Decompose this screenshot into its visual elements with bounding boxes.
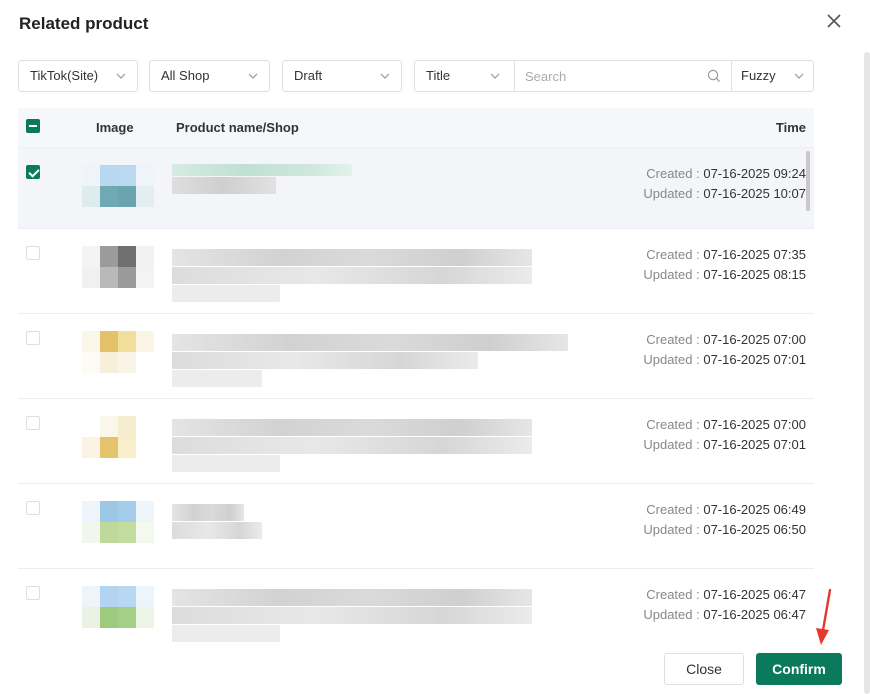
select-all-checkbox[interactable] [26, 119, 40, 133]
time-cell: Created : 07-16-2025 06:47 Updated : 07-… [643, 585, 806, 625]
created-label: Created : [646, 502, 704, 517]
updated-label: Updated : [643, 522, 704, 537]
table-scrollbar[interactable] [806, 151, 810, 211]
dialog-scrollbar[interactable] [864, 52, 870, 694]
updated-label: Updated : [643, 267, 704, 282]
time-cell: Created : 07-16-2025 07:00 Updated : 07-… [643, 330, 806, 370]
created-value: 07-16-2025 07:00 [703, 417, 806, 432]
row-checkbox[interactable] [26, 165, 40, 179]
product-name-blurred [172, 419, 532, 473]
table-row[interactable]: Created : 07-16-2025 06:47 Updated : 07-… [18, 569, 814, 654]
created-label: Created : [646, 166, 704, 181]
annotation-arrow-icon [816, 588, 832, 645]
product-thumbnail [82, 331, 154, 373]
product-thumbnail [82, 501, 154, 543]
time-cell: Created : 07-16-2025 07:35 Updated : 07-… [643, 245, 806, 285]
column-header-image: Image [96, 120, 134, 135]
time-cell: Created : 07-16-2025 09:24 Updated : 07-… [643, 164, 806, 204]
platform-select-value: TikTok(Site) [30, 68, 99, 83]
search-group: Title Fuzzy [414, 60, 814, 92]
related-product-dialog: Related product TikTok(Site) All Shop Dr… [0, 0, 870, 694]
search-field-value: Title [426, 68, 451, 83]
close-button[interactable]: Close [664, 653, 744, 685]
product-name-blurred [172, 164, 352, 195]
updated-value: 07-16-2025 10:07 [703, 186, 806, 201]
created-value: 07-16-2025 09:24 [703, 166, 806, 181]
created-label: Created : [646, 332, 704, 347]
updated-label: Updated : [643, 437, 704, 452]
status-select[interactable]: Draft [282, 60, 402, 92]
chevron-down-icon [248, 73, 258, 79]
search-field-select[interactable]: Title [415, 61, 515, 91]
updated-value: 07-16-2025 08:15 [703, 267, 806, 282]
created-value: 07-16-2025 07:00 [703, 332, 806, 347]
row-checkbox[interactable] [26, 416, 40, 430]
platform-select[interactable]: TikTok(Site) [18, 60, 138, 92]
table-row[interactable]: Created : 07-16-2025 07:00 Updated : 07-… [18, 314, 814, 399]
match-mode-select[interactable]: Fuzzy [731, 61, 813, 91]
row-checkbox[interactable] [26, 331, 40, 345]
updated-value: 07-16-2025 07:01 [703, 352, 806, 367]
updated-label: Updated : [643, 607, 704, 622]
chevron-down-icon [794, 73, 804, 79]
updated-value: 07-16-2025 06:47 [703, 607, 806, 622]
product-name-blurred [172, 249, 532, 303]
column-header-product: Product name/Shop [176, 120, 299, 135]
created-label: Created : [646, 587, 704, 602]
product-name-blurred [172, 334, 568, 388]
row-checkbox[interactable] [26, 586, 40, 600]
shop-select[interactable]: All Shop [149, 60, 270, 92]
updated-label: Updated : [643, 186, 704, 201]
table-row[interactable]: Created : 07-16-2025 09:24 Updated : 07-… [18, 148, 814, 229]
match-mode-value: Fuzzy [741, 68, 776, 83]
updated-label: Updated : [643, 352, 704, 367]
product-thumbnail [82, 165, 154, 207]
created-value: 07-16-2025 06:47 [703, 587, 806, 602]
product-table: Image Product name/Shop Time Created : 0… [18, 108, 814, 654]
created-label: Created : [646, 247, 704, 262]
search-icon[interactable] [707, 69, 721, 83]
product-name-blurred [172, 589, 532, 643]
close-icon[interactable] [824, 11, 844, 31]
product-thumbnail [82, 416, 154, 458]
chevron-down-icon [380, 73, 390, 79]
shop-select-value: All Shop [161, 68, 210, 83]
updated-value: 07-16-2025 06:50 [703, 522, 806, 537]
search-input[interactable] [515, 61, 731, 91]
created-label: Created : [646, 417, 704, 432]
table-header: Image Product name/Shop Time [18, 108, 814, 148]
time-cell: Created : 07-16-2025 06:49 Updated : 07-… [643, 500, 806, 540]
table-row[interactable]: Created : 07-16-2025 06:49 Updated : 07-… [18, 484, 814, 569]
updated-value: 07-16-2025 07:01 [703, 437, 806, 452]
confirm-button[interactable]: Confirm [756, 653, 842, 685]
dialog-title: Related product [19, 14, 149, 33]
table-row[interactable]: Created : 07-16-2025 07:35 Updated : 07-… [18, 229, 814, 314]
column-header-time: Time [775, 120, 806, 135]
status-select-value: Draft [294, 68, 323, 83]
time-cell: Created : 07-16-2025 07:00 Updated : 07-… [643, 415, 806, 455]
product-thumbnail [82, 246, 154, 288]
product-thumbnail [82, 586, 154, 628]
created-value: 07-16-2025 06:49 [703, 502, 806, 517]
product-name-blurred [172, 504, 262, 540]
chevron-down-icon [490, 73, 500, 79]
row-checkbox[interactable] [26, 501, 40, 515]
row-checkbox[interactable] [26, 246, 40, 260]
created-value: 07-16-2025 07:35 [703, 247, 806, 262]
table-row[interactable]: Created : 07-16-2025 07:00 Updated : 07-… [18, 399, 814, 484]
chevron-down-icon [116, 73, 126, 79]
